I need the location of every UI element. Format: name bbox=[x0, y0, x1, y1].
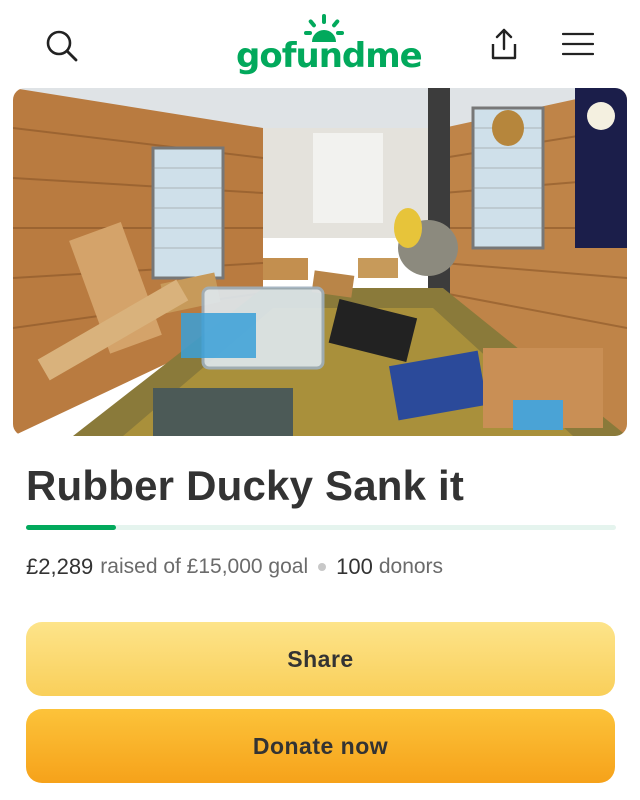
share-header-button[interactable] bbox=[480, 20, 528, 68]
flooded-boat-photo bbox=[13, 88, 627, 436]
donor-count: 100 bbox=[336, 554, 373, 579]
share-button[interactable]: Share bbox=[26, 622, 615, 696]
donate-now-button[interactable]: Donate now bbox=[26, 709, 615, 783]
amount-raised: £2,289 bbox=[26, 554, 94, 579]
progress-bar-fill bbox=[26, 525, 117, 530]
donor-label: donors bbox=[378, 555, 444, 578]
menu-icon bbox=[562, 32, 594, 56]
campaign-hero-image[interactable] bbox=[13, 88, 627, 436]
top-nav-bar: gofundme bbox=[0, 0, 640, 88]
fundraising-progress-bar bbox=[26, 525, 616, 530]
search-icon bbox=[46, 30, 78, 62]
goal-text: raised of £15,000 goal bbox=[100, 555, 309, 578]
gofundme-logo[interactable]: gofundme bbox=[236, 14, 423, 78]
menu-button[interactable] bbox=[554, 20, 602, 68]
search-button[interactable] bbox=[38, 22, 86, 70]
fundraising-stats: £2,289 raised of £15,000 goal 100 donors bbox=[26, 554, 443, 580]
logo-text: gofundme bbox=[236, 36, 423, 76]
separator-dot bbox=[318, 563, 327, 571]
share-icon bbox=[491, 28, 517, 60]
campaign-title: Rubber Ducky Sank it bbox=[26, 462, 465, 509]
